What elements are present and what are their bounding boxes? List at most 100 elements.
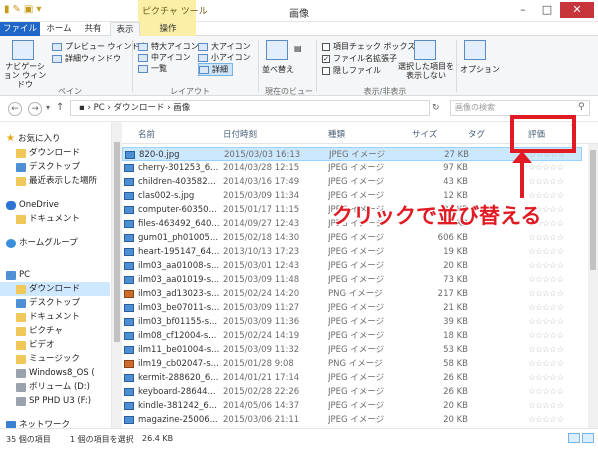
sort-button[interactable]: 並べ替え [262, 64, 294, 75]
scrollbar-thumb[interactable] [590, 150, 596, 270]
up-icon[interactable]: ↑ [56, 102, 64, 113]
nav-volume-d[interactable]: ボリューム (D:) [16, 380, 90, 394]
file-rating[interactable]: ☆☆☆☆☆ [528, 343, 578, 357]
nav-pc[interactable]: PC [6, 268, 30, 282]
options-button[interactable]: オプション [460, 64, 500, 75]
maximize-icon[interactable]: □ [536, 2, 558, 18]
table-row[interactable]: kindle-381242_6... 2014/05/06 14:37 JPEG イ… [122, 399, 582, 413]
breadcrumb-pc[interactable]: PC [94, 103, 105, 113]
nav-windows8-drive[interactable]: Windows8_OS ( [16, 366, 95, 380]
file-rating[interactable]: ☆☆☆☆☆ [528, 301, 578, 315]
table-row[interactable]: magazine-25006... 2015/03/06 21:11 JPEG イメ… [122, 413, 582, 427]
nav-network[interactable]: ネットワーク [6, 418, 70, 428]
nav-pc-downloads[interactable]: ダウンロード [0, 282, 110, 296]
table-row[interactable]: children-403582... 2014/03/16 17:49 JPEG イ… [122, 175, 582, 189]
sort-icon [266, 40, 288, 60]
nav-recent[interactable]: 最近表示した場所 [16, 174, 97, 188]
table-row[interactable]: ilm19_cb02047-s... 2015/01/28 9:08 PNG イメー… [122, 357, 582, 371]
nav-favorites[interactable]: ★ お気に入り [6, 132, 60, 146]
nav-downloads[interactable]: ダウンロード [16, 146, 80, 160]
file-rating[interactable]: ☆☆☆☆☆ [528, 357, 578, 371]
close-icon[interactable]: ✕ [560, 2, 594, 18]
forward-icon[interactable]: → [28, 102, 42, 116]
table-row[interactable]: keyboard-28644... 2015/02/28 22:26 JPEG イメ… [122, 385, 582, 399]
file-rating[interactable]: ☆☆☆☆☆ [528, 175, 578, 189]
nav-sp-phd[interactable]: SP PHD U3 (F:) [16, 394, 91, 408]
group-by-icon[interactable]: ▤ [294, 44, 302, 53]
file-rating[interactable]: ☆☆☆☆☆ [528, 287, 578, 301]
medium-icons-button[interactable]: 中アイコン [138, 52, 191, 63]
large-icons-button[interactable]: 大アイコン [198, 41, 251, 52]
nav-homegroup[interactable]: ホームグループ [6, 236, 78, 250]
nav-pc-desktop[interactable]: デスクトップ [16, 296, 80, 310]
file-rating[interactable]: ☆☆☆☆☆ [528, 371, 578, 385]
nav-scrollbar[interactable] [112, 122, 122, 428]
table-row[interactable]: ilm08_cf12004-s... 2015/02/24 14:19 JPEG イ… [122, 329, 582, 343]
file-rating[interactable]: ☆☆☆☆☆ [528, 245, 578, 259]
table-row[interactable]: cherry-301253_6... 2014/03/28 12:15 JPEG イ… [122, 161, 582, 175]
nav-videos[interactable]: ビデオ [16, 338, 55, 352]
column-header-name[interactable]: 名前 [138, 128, 155, 140]
scrollbar-thumb[interactable] [114, 142, 120, 342]
nav-pc-documents[interactable]: ドキュメント [16, 310, 80, 324]
file-rating[interactable]: ☆☆☆☆☆ [528, 161, 578, 175]
nav-onedrive-documents[interactable]: ドキュメント [16, 212, 80, 226]
breadcrumb-images[interactable]: 画像 [173, 103, 190, 113]
jpeg-file-icon [124, 178, 134, 186]
table-row[interactable]: ilm03_ad13023-s... 2015/02/24 14:20 PNG イメ… [122, 287, 582, 301]
tab-view[interactable]: 表示 [110, 22, 140, 36]
column-header-type[interactable]: 種類 [328, 128, 345, 140]
file-rating[interactable]: ☆☆☆☆☆ [528, 399, 578, 413]
back-icon[interactable]: ← [8, 102, 22, 116]
search-input[interactable]: 画像の検索 [450, 100, 590, 116]
file-date: 2014/09/27 12:43 [223, 219, 300, 229]
file-rating[interactable]: ☆☆☆☆☆ [528, 273, 578, 287]
details-view-icon[interactable] [568, 433, 580, 443]
nav-pictures[interactable]: ピクチャ [16, 324, 63, 338]
tab-manage[interactable]: 操作 [140, 22, 196, 36]
breadcrumb-downloads[interactable]: ダウンロード [113, 103, 164, 113]
file-rating[interactable]: ☆☆☆☆☆ [528, 315, 578, 329]
item-checkboxes-toggle[interactable]: 項目チェック ボックス [322, 41, 415, 52]
nav-desktop[interactable]: デスクトップ [16, 160, 80, 174]
table-row[interactable]: ilm03_bf01155-s... 2015/03/09 11:36 JPEG イ… [122, 315, 582, 329]
tab-file[interactable]: ファイル [0, 22, 40, 36]
small-icons-button[interactable]: 小アイコン [198, 52, 251, 63]
file-rating[interactable]: ☆☆☆☆☆ [528, 385, 578, 399]
table-row[interactable]: kermit-288620_6... 2014/01/21 17:14 JPEG イ… [122, 371, 582, 385]
recent-locations-icon[interactable]: ▾ [46, 103, 50, 112]
table-row[interactable]: gum01_ph01005... 2015/02/18 14:30 JPEG イメー… [122, 231, 582, 245]
table-row[interactable]: ilm11_be01004-s... 2015/03/09 11:32 JPEG イ… [122, 343, 582, 357]
file-list-scrollbar[interactable] [588, 144, 598, 428]
column-header-size[interactable]: サイズ [412, 128, 437, 140]
table-row[interactable]: ilm03_aa01008-s... 2015/03/01 12:43 JPEG イ… [122, 259, 582, 273]
preview-pane-button[interactable]: プレビュー ウィンドウ [52, 41, 148, 52]
details-view-button[interactable]: 詳細 [198, 63, 233, 76]
file-rating[interactable]: ☆☆☆☆☆ [528, 413, 578, 427]
xl-icons-button[interactable]: 特大アイコン [138, 41, 199, 52]
hide-selected-button[interactable]: 選択した項目を表示しない [398, 62, 454, 80]
hidden-items-toggle[interactable]: 隠しファイル [322, 65, 381, 76]
nav-onedrive[interactable]: OneDrive [6, 198, 59, 212]
address-path[interactable]: ▪ › PC › ダウンロード › 画像 [70, 100, 430, 116]
refresh-icon[interactable]: ↻ [432, 103, 440, 113]
options-icon [464, 40, 486, 60]
file-extensions-toggle[interactable]: ✓ ファイル名拡張子 [322, 53, 397, 64]
file-rating[interactable]: ☆☆☆☆☆ [528, 231, 578, 245]
tab-home[interactable]: ホーム [42, 22, 76, 36]
nav-pane-button[interactable]: ナビゲーション ウィンドウ [2, 62, 48, 89]
details-pane-button[interactable]: 詳細ウィンドウ [52, 53, 121, 64]
file-rating[interactable]: ☆☆☆☆☆ [528, 259, 578, 273]
column-header-tags[interactable]: タグ [468, 128, 485, 140]
column-header-date[interactable]: 日付時刻 [223, 128, 257, 140]
file-name: ilm11_be01004-s... [138, 345, 220, 355]
nav-music[interactable]: ミュージック [16, 352, 80, 366]
minimize-icon[interactable]: – [512, 2, 534, 18]
table-row[interactable]: ilm03_aa01019-s... 2015/03/09 11:48 JPEG イ… [122, 273, 582, 287]
table-row[interactable]: heart-195147_64... 2013/10/13 17:23 JPEG イ… [122, 245, 582, 259]
list-view-button[interactable]: 一覧 [138, 63, 167, 74]
table-row[interactable]: ilm03_be07011-s... 2015/03/09 11:27 JPEG イ… [122, 301, 582, 315]
tab-share[interactable]: 共有 [78, 22, 108, 36]
file-rating[interactable]: ☆☆☆☆☆ [528, 329, 578, 343]
large-icons-view-icon[interactable] [582, 433, 594, 443]
